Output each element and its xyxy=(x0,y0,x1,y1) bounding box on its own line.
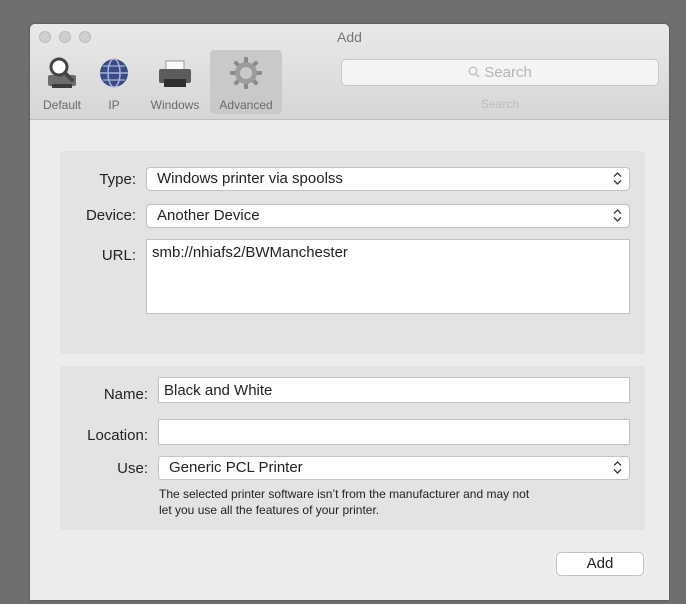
search-icon xyxy=(468,64,484,81)
tab-windows-label: Windows xyxy=(150,98,200,112)
use-label: Use: xyxy=(117,460,148,477)
name-label: Name: xyxy=(103,386,148,403)
search-label: Search xyxy=(480,97,520,111)
type-value: Windows printer via spoolss xyxy=(157,170,343,187)
tab-ip-label: IP xyxy=(108,98,120,112)
tab-windows[interactable]: Windows xyxy=(142,50,208,114)
add-printer-window: Add Default IP Windows Advanced Search S… xyxy=(30,24,669,600)
magnifier-printer-icon xyxy=(44,55,80,96)
tab-default[interactable]: Default xyxy=(36,50,88,114)
tab-default-label: Default xyxy=(42,98,82,112)
type-label: Type: xyxy=(99,171,136,188)
location-field[interactable] xyxy=(158,419,630,445)
printer-software-note-line-2: let you use all the features of your pri… xyxy=(159,503,380,517)
device-popup[interactable]: Another Device xyxy=(146,204,630,228)
tab-advanced-label: Advanced xyxy=(219,98,273,112)
tab-ip[interactable]: IP xyxy=(92,50,136,114)
search-placeholder: Search xyxy=(484,64,532,81)
tab-advanced[interactable]: Advanced xyxy=(210,50,282,114)
popup-arrows-icon xyxy=(613,208,622,230)
printer-icon xyxy=(156,55,194,96)
add-button[interactable]: Add xyxy=(556,552,644,576)
popup-arrows-icon xyxy=(613,171,622,193)
printer-software-note-line-1: The selected printer software isn’t from… xyxy=(159,487,530,501)
search-field[interactable]: Search xyxy=(341,59,659,86)
use-value: Generic PCL Printer xyxy=(169,459,303,476)
location-label: Location: xyxy=(87,427,148,444)
use-popup[interactable]: Generic PCL Printer xyxy=(158,456,630,480)
device-value: Another Device xyxy=(157,207,260,224)
popup-arrows-icon xyxy=(613,460,622,482)
window-title: Add xyxy=(337,29,362,45)
url-label: URL: xyxy=(101,247,136,264)
url-field[interactable]: smb://nhiafs2/BWManchester xyxy=(146,239,630,314)
globe-icon xyxy=(96,55,132,96)
title-bar: Add Default IP Windows Advanced Search S… xyxy=(30,24,669,120)
gear-icon xyxy=(228,55,264,96)
type-popup[interactable]: Windows printer via spoolss xyxy=(146,167,630,191)
device-label: Device: xyxy=(85,207,136,224)
name-field[interactable]: Black and White xyxy=(158,377,630,403)
